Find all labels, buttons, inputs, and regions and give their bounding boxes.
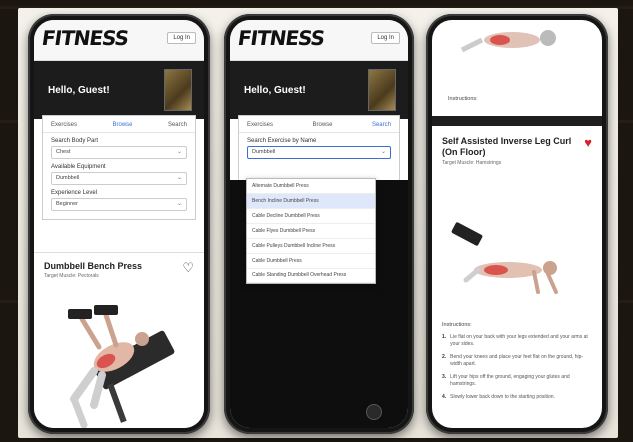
name-search-value: Dumbbell xyxy=(252,149,276,155)
greeting: Hello, Guest! xyxy=(48,85,110,96)
search-panel: Exercises Browse Search Search Exercise … xyxy=(238,115,400,187)
chevron-down-icon: ⌄ xyxy=(176,201,182,207)
favorite-heart-icon[interactable]: ♡ xyxy=(182,261,194,279)
hero-image xyxy=(164,69,192,111)
hero-image xyxy=(368,69,396,111)
login-button[interactable]: Log In xyxy=(167,32,196,44)
chevron-down-icon: ⌄ xyxy=(380,149,386,155)
autocomplete-dropdown: Alternate Dumbbell Press Bench Incline D… xyxy=(246,178,376,284)
tab-browse[interactable]: Browse xyxy=(312,122,332,128)
phone-1-screen: FITNESS Log In Hello, Guest! Exercises B… xyxy=(34,20,204,428)
experience-value: Beginner xyxy=(56,201,79,207)
exercise-title: Dumbbell Bench Press xyxy=(44,261,143,271)
dumbbell-bench-press-illustration xyxy=(68,305,175,428)
leg-curl-illustration xyxy=(451,222,558,294)
exercise-target: Target Muscle: Pectorals xyxy=(44,273,99,279)
phone-3: Instructions: Self Assisted Inverse Leg … xyxy=(426,14,608,434)
app-logo[interactable]: FITNESS xyxy=(40,26,129,50)
experience-label: Experience Level xyxy=(51,190,98,196)
equipment-select[interactable]: Dumbbell ⌄ xyxy=(51,172,187,185)
header: FITNESS Log In xyxy=(34,20,204,61)
dropdown-option[interactable]: Cable Pulleys Dumbbell Incline Press xyxy=(247,239,375,254)
tab-browse[interactable]: Browse xyxy=(112,122,132,128)
phone-1: FITNESS Log In Hello, Guest! Exercises B… xyxy=(28,14,210,434)
instruction-step: 3. Lift your hips off the ground, engagin… xyxy=(442,374,570,387)
tab-bar: Exercises Browse Search xyxy=(239,116,399,133)
tab-search[interactable]: Search xyxy=(372,122,391,128)
body-part-select[interactable]: Chest ⌄ xyxy=(51,146,187,159)
chevron-down-icon: ⌄ xyxy=(176,149,182,155)
dropdown-option[interactable]: Cable Decline Dumbbell Press xyxy=(247,209,375,224)
name-search-label: Search Exercise by Name xyxy=(247,138,317,144)
hero-banner: Hello, Guest! xyxy=(230,61,408,119)
chevron-down-icon: ⌄ xyxy=(176,175,182,181)
exercise-card[interactable]: Dumbbell Bench Press Target Muscle: Pect… xyxy=(34,252,204,428)
instruction-steps: 1. Lie flat on your back with your legs e… xyxy=(432,334,602,407)
dropdown-option-selected[interactable]: Bench Incline Dumbbell Press xyxy=(247,194,375,209)
instructions-label: Instructions: xyxy=(442,322,472,328)
phone-2-screen: FITNESS Log In Hello, Guest! Exercises B… xyxy=(230,20,408,428)
dropdown-option[interactable]: Cable Dumbbell Press xyxy=(247,254,375,269)
login-button[interactable]: Log In xyxy=(371,32,400,44)
experience-select[interactable]: Beginner ⌄ xyxy=(51,198,187,211)
name-search-input[interactable]: Dumbbell ⌄ xyxy=(247,146,391,159)
dropdown-option[interactable]: Cable Flyes Dumbbell Press xyxy=(247,224,375,239)
search-panel: Exercises Browse Search Search Body Part… xyxy=(42,115,196,220)
hero-banner: Hello, Guest! xyxy=(34,61,204,119)
tab-exercises[interactable]: Exercises xyxy=(51,122,77,128)
dropdown-option[interactable]: Cable Standing Dumbbell Overhead Press xyxy=(247,269,375,283)
favorite-heart-icon[interactable]: ♥ xyxy=(584,136,592,166)
instructions-label: Instructions: xyxy=(448,96,478,102)
app-logo[interactable]: FITNESS xyxy=(236,26,325,50)
header: FITNESS Log In xyxy=(230,20,408,61)
body-part-value: Chest xyxy=(56,149,71,155)
instruction-step: 1. Lie flat on your back with your legs e… xyxy=(442,334,588,347)
exercise-target: Target Muscle: Hamstrings xyxy=(442,160,502,166)
dropdown-option[interactable]: Alternate Dumbbell Press xyxy=(247,179,375,194)
phone-3-screen: Instructions: Self Assisted Inverse Leg … xyxy=(432,20,602,428)
tab-exercises[interactable]: Exercises xyxy=(247,122,273,128)
tab-bar: Exercises Browse Search xyxy=(43,116,195,133)
phone-2: FITNESS Log In Hello, Guest! Exercises B… xyxy=(224,14,414,434)
tab-search[interactable]: Search xyxy=(168,122,187,128)
exercise-illustration-partial xyxy=(460,30,556,53)
equipment-label: Available Equipment xyxy=(51,164,106,170)
previous-card: Instructions: xyxy=(432,20,602,116)
greeting: Hello, Guest! xyxy=(244,85,306,96)
instruction-step: 2. Bend your knees and place your feet fl… xyxy=(442,354,584,367)
equipment-value: Dumbbell xyxy=(56,175,80,181)
body-part-label: Search Body Part xyxy=(51,138,99,144)
home-indicator-button[interactable] xyxy=(366,404,382,420)
instruction-step: 4. Slowly lower back down to the starting… xyxy=(442,394,555,400)
exercise-card[interactable]: Self Assisted Inverse Leg Curl (On Floor… xyxy=(432,126,602,428)
exercise-title: Self Assisted Inverse Leg Curl (On Floor… xyxy=(442,136,572,157)
